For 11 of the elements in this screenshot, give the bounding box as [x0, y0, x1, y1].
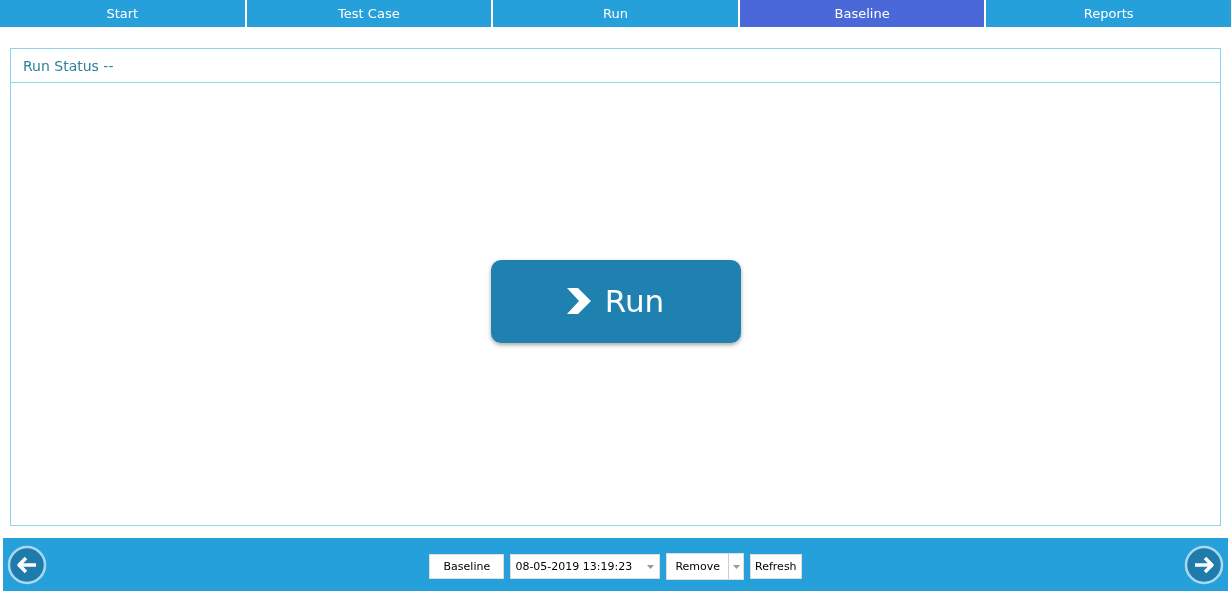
tab[interactable]: Start: [0, 0, 245, 27]
tab[interactable]: Run: [493, 0, 738, 27]
panel-title: Run Status --: [23, 57, 114, 74]
date-dropdown[interactable]: 08-05-2019 13:19:23: [510, 554, 661, 579]
tab[interactable]: Reports: [986, 0, 1231, 27]
tab[interactable]: Baseline: [739, 0, 985, 27]
refresh-button[interactable]: Refresh: [750, 554, 802, 579]
remove-split-button[interactable]: Remove: [666, 553, 745, 580]
tab[interactable]: Test Case: [246, 0, 492, 27]
baseline-button[interactable]: Baseline: [429, 554, 505, 579]
run-button[interactable]: Run: [490, 259, 741, 343]
